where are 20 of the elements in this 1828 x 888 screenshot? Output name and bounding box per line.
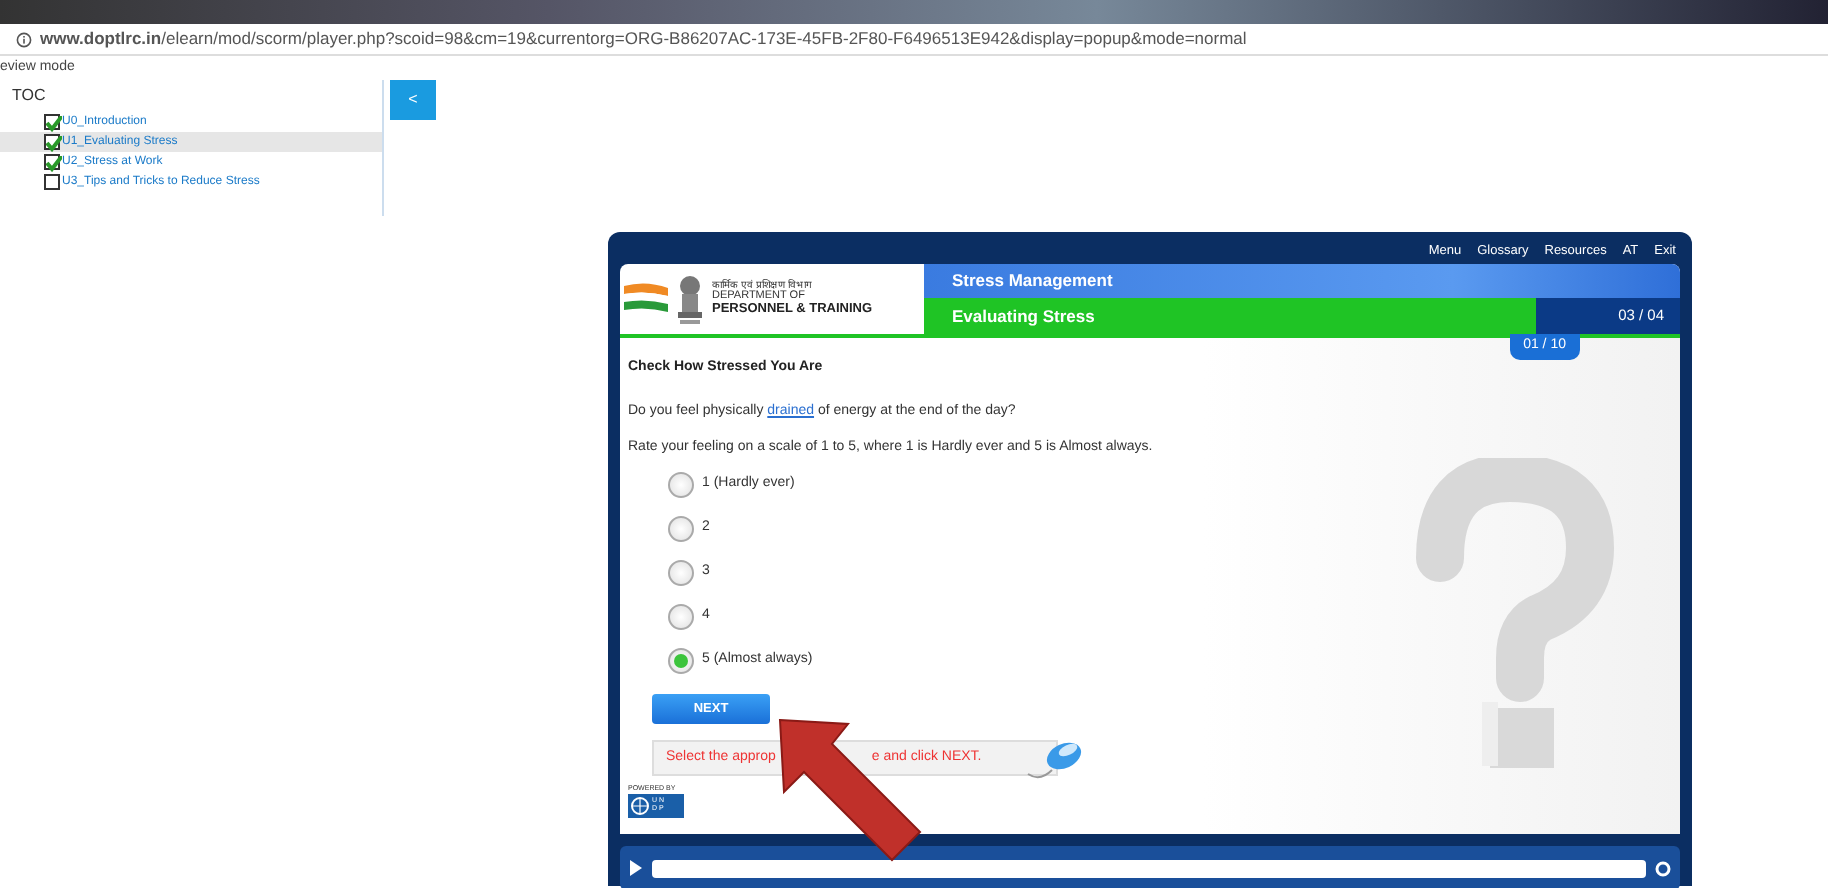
checkbox[interactable]	[44, 154, 60, 170]
play-icon[interactable]	[628, 860, 644, 876]
checkbox[interactable]	[44, 174, 60, 190]
info-icon	[16, 31, 32, 47]
module-title: Evaluating Stress	[924, 298, 1536, 334]
address-bar-url[interactable]: www.doptlrc.in/elearn/mod/scorm/player.php?scoid=98&cm=19&currentorg=ORG-B86207AC-173E-45FB-2F80-F6496513E942&display=popup&mode=normal	[40, 26, 1247, 52]
checkbox[interactable]	[44, 134, 60, 150]
course-title: Stress Management	[924, 264, 1680, 298]
mouse-icon	[1024, 738, 1084, 782]
collapse-button[interactable]: <	[390, 80, 436, 120]
refresh-icon[interactable]	[1654, 859, 1672, 877]
radio-button[interactable]	[668, 604, 694, 630]
emblem-icon	[676, 273, 704, 325]
radio-button[interactable]	[668, 648, 694, 674]
globe-icon	[630, 796, 650, 817]
toc-title: TOC	[12, 84, 48, 108]
checkbox[interactable]	[44, 114, 60, 130]
radio-button[interactable]	[668, 560, 694, 586]
radio-button[interactable]	[668, 472, 694, 498]
radio-button[interactable]	[668, 516, 694, 542]
